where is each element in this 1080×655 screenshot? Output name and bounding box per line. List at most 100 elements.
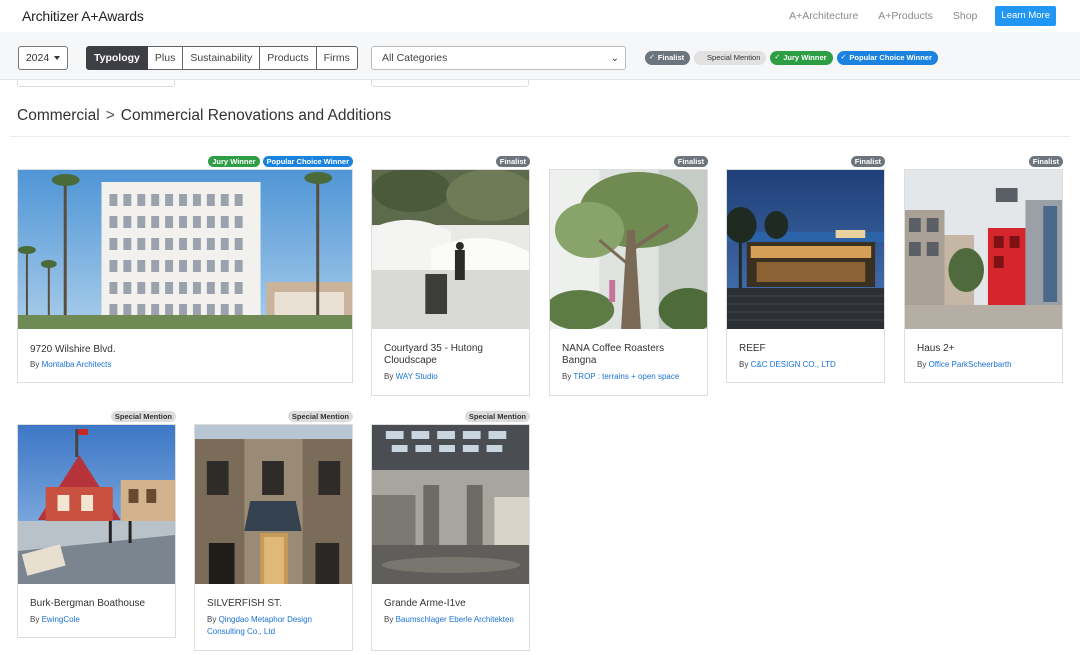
filter-special-mention[interactable]: ✓ Special Mention — [694, 51, 767, 65]
by-label: By — [562, 372, 572, 381]
project-byline: By EwingCole — [30, 614, 165, 626]
by-label: By — [739, 360, 749, 369]
year-dropdown[interactable]: 2024 — [18, 46, 68, 70]
special-mention-badge: Special Mention — [287, 411, 353, 422]
project-title[interactable]: REEF — [739, 343, 874, 355]
learn-more-button[interactable]: Learn More — [995, 6, 1056, 26]
tab-products[interactable]: Products — [260, 46, 317, 70]
tab-typology[interactable]: Typology — [86, 46, 148, 70]
top-nav: A+Architecture A+Products Shop Learn Mor… — [769, 6, 1056, 26]
jury-winner-badge: Jury Winner — [208, 156, 260, 167]
project-image[interactable] — [372, 425, 529, 584]
project-card[interactable]: Finalist NANA Coffee Roasters Bangna By … — [549, 156, 708, 396]
award-badges: Special Mention — [464, 411, 530, 422]
project-byline: By C&C DESIGN CO., LTD — [739, 359, 879, 371]
category-value: All Categories — [382, 52, 448, 64]
tab-sustainability[interactable]: Sustainability — [183, 46, 261, 70]
project-card[interactable]: Finalist Haus 2+ By Office ParkScheerbar… — [904, 156, 1063, 383]
dropdown-shadow-edge — [17, 80, 175, 87]
popular-choice-badge: Popular Choice Winner — [262, 156, 353, 167]
project-title[interactable]: NANA Coffee Roasters Bangna — [562, 343, 697, 367]
filter-bar: 2024 Typology Plus Sustainability Produc… — [0, 32, 1080, 80]
award-legend: ✓ Finalist ✓ Special Mention ✓ Jury Winner … — [645, 51, 938, 65]
site-logo[interactable]: Architizer A+Awards — [22, 8, 144, 24]
nav-link-shop[interactable]: Shop — [953, 6, 978, 26]
by-label: By — [207, 615, 217, 624]
by-label: By — [30, 360, 40, 369]
project-image[interactable] — [18, 425, 175, 584]
nav-link-products[interactable]: A+Products — [878, 6, 933, 26]
project-card[interactable]: Special Mention SILVERFISH ST. By Qingda… — [194, 411, 353, 651]
divider — [10, 136, 1070, 137]
finalist-badge: Finalist — [1028, 156, 1063, 167]
finalist-badge: Finalist — [850, 156, 885, 167]
filter-jury-label: Jury Winner — [783, 53, 827, 62]
finalist-badge: Finalist — [495, 156, 530, 167]
firm-link[interactable]: TROP : terrains + open space — [573, 372, 679, 381]
award-badges: Finalist — [495, 156, 530, 167]
project-byline: By Office ParkScheerbarth — [917, 359, 1057, 371]
firm-link[interactable]: WAY Studio — [396, 372, 438, 381]
project-image[interactable] — [550, 170, 707, 329]
check-icon: ✓ — [840, 54, 847, 61]
logo-product: A+Awards — [78, 8, 144, 24]
project-title[interactable]: Burk-Bergman Boathouse — [30, 598, 165, 610]
project-card[interactable]: Jury Winner Popular Choice Winner 9720 W… — [17, 156, 353, 383]
project-card[interactable]: Finalist Courtyard 35 - Hutong Cloudscap… — [371, 156, 530, 396]
special-mention-badge: Special Mention — [110, 411, 176, 422]
filter-finalist[interactable]: ✓ Finalist — [645, 51, 691, 65]
logo-brand: Architizer — [22, 8, 79, 24]
finalist-badge: Finalist — [673, 156, 708, 167]
project-card[interactable]: Special Mention Burk-Bergman Boathouse B… — [17, 411, 176, 638]
filter-popular-choice[interactable]: ✓ Popular Choice Winner — [836, 51, 938, 65]
project-title[interactable]: SILVERFISH ST. — [207, 598, 342, 610]
category-select[interactable]: All Categories ⌄ — [371, 46, 626, 70]
project-title[interactable]: Haus 2+ — [917, 343, 1052, 355]
award-badges: Jury Winner Popular Choice Winner — [208, 156, 353, 167]
nav-link-architecture[interactable]: A+Architecture — [789, 6, 858, 26]
award-badges: Special Mention — [110, 411, 176, 422]
firm-link[interactable]: Baumschlager Eberle Architekten — [396, 615, 514, 624]
filter-tabs: Typology Plus Sustainability Products Fi… — [86, 46, 358, 70]
project-title[interactable]: 9720 Wilshire Blvd. — [30, 344, 340, 356]
project-byline: By Montalba Architects — [30, 359, 340, 371]
project-byline: By Baumschlager Eberle Architekten — [384, 614, 519, 626]
by-label: By — [384, 372, 394, 381]
project-card[interactable]: Special Mention Grande Arme-I1ve By Baum… — [371, 411, 530, 651]
award-badges: Special Mention — [287, 411, 353, 422]
check-icon: ✓ — [698, 54, 705, 61]
project-card[interactable]: Finalist REEF By C&C DESIGN CO., LTD — [726, 156, 885, 383]
project-title[interactable]: Grande Arme-I1ve — [384, 598, 519, 610]
project-byline: By Qingdao Metaphor Design Consulting Co… — [207, 614, 342, 638]
firm-link[interactable]: Office ParkScheerbarth — [929, 360, 1012, 369]
breadcrumb: Commercial > Commercial Renovations and Ad… — [17, 107, 391, 125]
award-badges: Finalist — [673, 156, 708, 167]
project-title[interactable]: Courtyard 35 - Hutong Cloudscape — [384, 343, 519, 367]
firm-link[interactable]: Montalba Architects — [42, 360, 112, 369]
firm-link[interactable]: EwingCole — [42, 615, 80, 624]
by-label: By — [30, 615, 40, 624]
top-header: Architizer A+Awards A+Architecture A+Pro… — [0, 0, 1080, 32]
filter-jury-winner[interactable]: ✓ Jury Winner — [770, 51, 833, 65]
by-label: By — [384, 615, 394, 624]
tab-plus[interactable]: Plus — [147, 46, 184, 70]
caret-down-icon — [54, 56, 61, 60]
award-badges: Finalist — [850, 156, 885, 167]
award-badges: Finalist — [1028, 156, 1063, 167]
tab-firms[interactable]: Firms — [316, 46, 358, 70]
project-image[interactable] — [195, 425, 352, 584]
project-image[interactable] — [905, 170, 1062, 329]
firm-link[interactable]: Qingdao Metaphor Design Consulting Co., … — [207, 615, 312, 636]
firm-link[interactable]: C&C DESIGN CO., LTD — [751, 360, 836, 369]
project-image[interactable] — [18, 170, 352, 329]
project-byline: By WAY Studio — [384, 371, 519, 383]
chevron-down-icon: ⌄ — [610, 53, 619, 64]
project-byline: By TROP : terrains + open space — [562, 371, 697, 383]
check-icon: ✓ — [649, 54, 655, 61]
breadcrumb-separator: > — [105, 107, 115, 124]
check-icon: ✓ — [774, 54, 781, 61]
project-image[interactable] — [727, 170, 884, 329]
breadcrumb-parent[interactable]: Commercial — [17, 107, 100, 124]
project-image[interactable] — [372, 170, 529, 329]
year-value: 2024 — [25, 52, 50, 64]
